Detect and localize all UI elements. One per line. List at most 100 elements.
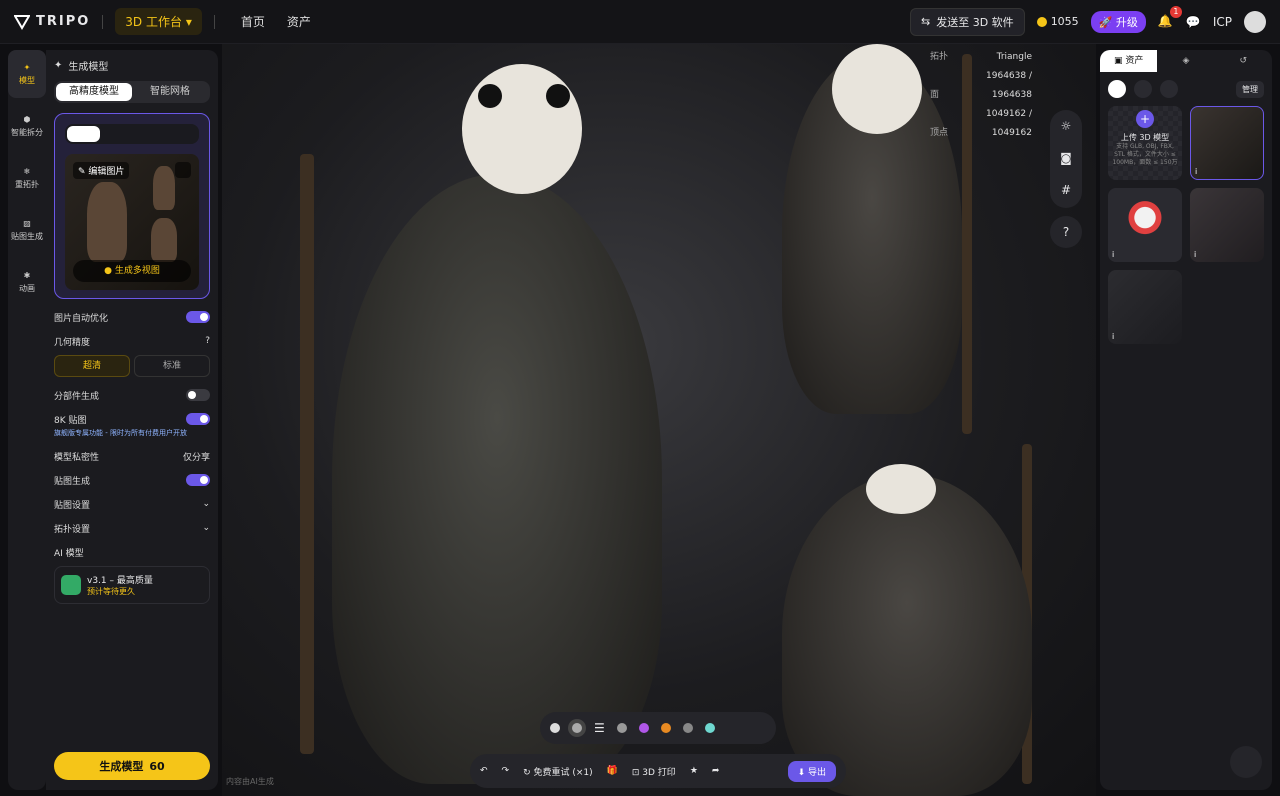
asset-card-alpacas[interactable]: i bbox=[1190, 188, 1264, 262]
geo-label: 几何精度 bbox=[54, 337, 91, 348]
panda-back bbox=[782, 474, 1032, 796]
material-orange[interactable] bbox=[660, 723, 671, 733]
image-input-box: ✎ 编辑图片 ● 生成多视图 bbox=[54, 113, 210, 299]
generate-multiview-button[interactable]: ● 生成多视图 bbox=[73, 260, 191, 282]
privacy-row: 模型私密性 仅分享 bbox=[54, 450, 210, 463]
rail-item-retopo[interactable]: ❄ 重拓扑 bbox=[8, 154, 46, 202]
grid-view-icon[interactable] bbox=[1108, 80, 1126, 98]
input-type-tabs bbox=[65, 124, 199, 144]
material-clay[interactable] bbox=[550, 723, 560, 733]
tab-history[interactable]: ↺ bbox=[1215, 50, 1272, 72]
panda-head bbox=[462, 64, 582, 194]
trash-icon[interactable] bbox=[175, 162, 191, 178]
pen-tab[interactable] bbox=[165, 126, 198, 142]
3d-viewport[interactable] bbox=[222, 44, 1096, 796]
settings-icon[interactable]: ☰ bbox=[594, 721, 605, 735]
upgrade-button[interactable]: 🚀 升级 bbox=[1090, 10, 1146, 33]
chevron-down-icon: ⌄ bbox=[202, 499, 210, 509]
mode-smart-mesh-tab[interactable]: 智能网格 bbox=[132, 83, 208, 101]
privacy-select[interactable]: 仅分享 bbox=[183, 450, 210, 463]
ai-model-name: v3.1 – 最高质量 bbox=[87, 576, 153, 586]
notification-bell-icon[interactable]: 🔔 1 bbox=[1158, 5, 1182, 30]
geometry-row: 几何精度? bbox=[54, 335, 210, 348]
quality-ultra[interactable]: 超清 bbox=[54, 355, 130, 377]
staff-main bbox=[300, 154, 314, 754]
brand-logo[interactable]: TRIPO bbox=[14, 14, 90, 30]
tab-assets[interactable]: ▣ 资产 bbox=[1100, 50, 1158, 72]
panel-title: 生成模型 bbox=[68, 62, 109, 73]
info-icon[interactable]: i bbox=[1195, 167, 1197, 176]
tex8k-note: 旗舰版专属功能 - 限时为所有付费用户开放 bbox=[54, 429, 187, 437]
avatar[interactable] bbox=[1244, 10, 1266, 33]
info-icon[interactable]: i bbox=[1194, 250, 1196, 259]
help-icon[interactable]: ? bbox=[205, 336, 210, 346]
workspace-dropdown[interactable]: 3D 工作台 ▾ bbox=[115, 8, 202, 35]
retry-button[interactable]: ↻ 免费重试 (×1) bbox=[523, 765, 593, 778]
divider bbox=[102, 14, 104, 29]
quality-standard[interactable]: 标准 bbox=[134, 355, 210, 377]
asset-card-panda-hat[interactable]: i bbox=[1108, 188, 1182, 262]
tex8k-toggle[interactable] bbox=[186, 413, 210, 425]
print-button[interactable]: ⊡ 3D 打印 bbox=[632, 765, 676, 778]
export-button[interactable]: ⬇ 导出 bbox=[787, 760, 836, 782]
material-cyan[interactable] bbox=[704, 723, 715, 733]
material-metal[interactable] bbox=[682, 723, 693, 733]
light-icon[interactable]: ☼ bbox=[1050, 110, 1082, 142]
credits[interactable]: 1055 bbox=[1036, 15, 1079, 28]
upload-title: 上传 3D 模型 bbox=[1120, 133, 1170, 142]
send-to-3d-software-button[interactable]: ⇆ 发送至 3D 软件 bbox=[910, 7, 1025, 36]
reference-image[interactable]: ✎ 编辑图片 ● 生成多视图 bbox=[65, 154, 199, 290]
camera-icon[interactable]: ◙ bbox=[1050, 142, 1082, 174]
filter-icon[interactable] bbox=[1160, 80, 1178, 98]
swap-icon: ⇆ bbox=[921, 15, 931, 28]
chat-icon[interactable]: 💬 bbox=[1186, 15, 1201, 29]
mesh-stats: 拓扑 Triangle 面 1964638 / 1964638 顶点 1049162 … bbox=[930, 48, 1032, 143]
rail-item-animation[interactable]: ✱ 动画 bbox=[8, 258, 46, 306]
ai-model-heading-row: AI 模型 bbox=[54, 546, 210, 559]
texgen-toggle[interactable] bbox=[186, 474, 210, 486]
image-tab[interactable] bbox=[67, 126, 100, 142]
texgen-label: 贴图生成 bbox=[54, 476, 91, 487]
tab-layers[interactable]: ◈ bbox=[1157, 50, 1214, 72]
help-button[interactable]: ? bbox=[1050, 216, 1082, 248]
tripo-logo-icon bbox=[14, 14, 30, 30]
multi-image-tab[interactable] bbox=[132, 126, 165, 142]
parts-toggle[interactable] bbox=[186, 389, 210, 401]
ai-model-heading: AI 模型 bbox=[54, 548, 84, 559]
star-icon[interactable]: ★ bbox=[690, 766, 698, 776]
topo-settings-row[interactable]: 拓扑设置 ⌄ bbox=[54, 522, 210, 535]
tex-settings-row[interactable]: 贴图设置 ⌄ bbox=[54, 498, 210, 511]
material-gray[interactable] bbox=[616, 723, 627, 733]
rail-item-smart-split[interactable]: ⬢ 智能拆分 bbox=[8, 102, 46, 150]
mode-hd-tab[interactable]: 高精度模型 bbox=[56, 83, 132, 101]
geometry-quality: 超清 标准 bbox=[54, 355, 210, 377]
material-normal[interactable] bbox=[638, 723, 649, 733]
star-filter-icon[interactable] bbox=[1134, 80, 1152, 98]
rail-label: 重拓扑 bbox=[15, 179, 39, 189]
rail-item-texture[interactable]: ▨ 贴图生成 bbox=[8, 206, 46, 254]
edit-image-button[interactable]: ✎ 编辑图片 bbox=[73, 162, 130, 179]
nav-assets[interactable]: 资产 bbox=[287, 13, 311, 30]
manage-button[interactable]: 管理 bbox=[1236, 80, 1264, 98]
cube-tab[interactable] bbox=[100, 126, 133, 142]
gift-icon[interactable]: 🎁 bbox=[607, 766, 618, 776]
undo-icon[interactable]: ↶ bbox=[480, 766, 488, 776]
info-icon[interactable]: i bbox=[1112, 332, 1114, 341]
generate-model-button[interactable]: 生成模型 60 bbox=[54, 752, 210, 780]
nav-home[interactable]: 首页 bbox=[241, 13, 265, 30]
user-name[interactable]: ICP bbox=[1213, 15, 1232, 29]
share-icon[interactable]: ➦ bbox=[712, 766, 720, 776]
asset-card-speaker[interactable]: i bbox=[1108, 270, 1182, 344]
thumb-figure bbox=[151, 218, 177, 262]
redo-icon[interactable]: ↷ bbox=[502, 766, 510, 776]
headset-icon[interactable] bbox=[1230, 746, 1262, 778]
upload-3d-model-card[interactable]: + 上传 3D 模型 支持 GLB, OBJ, FBX, STL 格式，文件大小… bbox=[1108, 106, 1182, 180]
info-icon[interactable]: i bbox=[1112, 250, 1114, 259]
material-default[interactable] bbox=[572, 723, 582, 733]
thumb-figure bbox=[153, 166, 175, 210]
asset-card-panda-warrior[interactable]: i bbox=[1190, 106, 1264, 180]
grid-icon[interactable]: # bbox=[1050, 174, 1082, 206]
auto-optimize-toggle[interactable] bbox=[186, 311, 210, 323]
rail-item-model[interactable]: ✦ 模型 bbox=[8, 50, 46, 98]
ai-model-select[interactable]: v3.1 – 最高质量 预计等待更久 bbox=[54, 566, 210, 604]
